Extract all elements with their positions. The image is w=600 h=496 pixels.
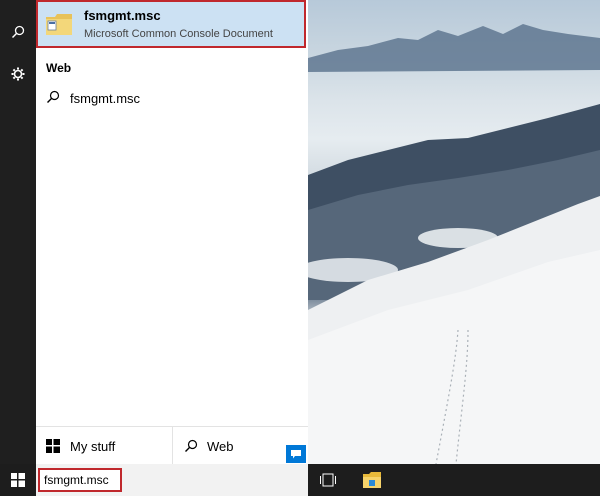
windows-logo-icon (46, 439, 60, 453)
web-section-heading: Web (46, 61, 72, 75)
best-match-result[interactable]: fsmgmt.msc Microsoft Common Console Docu… (36, 0, 306, 48)
feedback-button[interactable] (286, 445, 306, 463)
windows-logo-icon (11, 473, 25, 487)
search-icon (11, 25, 25, 39)
console-document-icon (46, 14, 72, 35)
web-result-item[interactable]: fsmgmt.msc (36, 84, 308, 112)
search-scope-tabs: My stuff Web (36, 426, 308, 465)
best-match-title: fsmgmt.msc (84, 8, 161, 23)
search-icon (47, 90, 60, 103)
search-icon (185, 439, 198, 452)
folder-icon (363, 472, 381, 488)
search-input[interactable] (38, 468, 122, 492)
web-result-label: fsmgmt.msc (70, 91, 141, 106)
tab-my-stuff-label: My stuff (70, 438, 116, 454)
task-view-button[interactable] (312, 468, 344, 492)
taskbar-search-box (36, 464, 308, 496)
tab-my-stuff[interactable]: My stuff (46, 427, 115, 465)
start-rail (0, 0, 36, 464)
feedback-icon (291, 450, 301, 459)
gear-icon (11, 67, 25, 81)
file-explorer-button[interactable] (356, 464, 388, 496)
task-view-icon (320, 473, 336, 487)
best-match-subtitle: Microsoft Common Console Document (84, 28, 273, 40)
rail-settings-button[interactable] (0, 56, 36, 92)
taskbar (0, 464, 600, 496)
start-button[interactable] (0, 464, 36, 496)
rail-search-button[interactable] (0, 14, 36, 50)
desktop-wallpaper (308, 0, 600, 464)
tab-web[interactable]: Web (184, 427, 234, 465)
tab-web-label: Web (207, 438, 234, 454)
mountain-landscape (308, 24, 600, 464)
search-results-panel: fsmgmt.msc Microsoft Common Console Docu… (36, 0, 308, 465)
tab-divider (172, 427, 173, 465)
